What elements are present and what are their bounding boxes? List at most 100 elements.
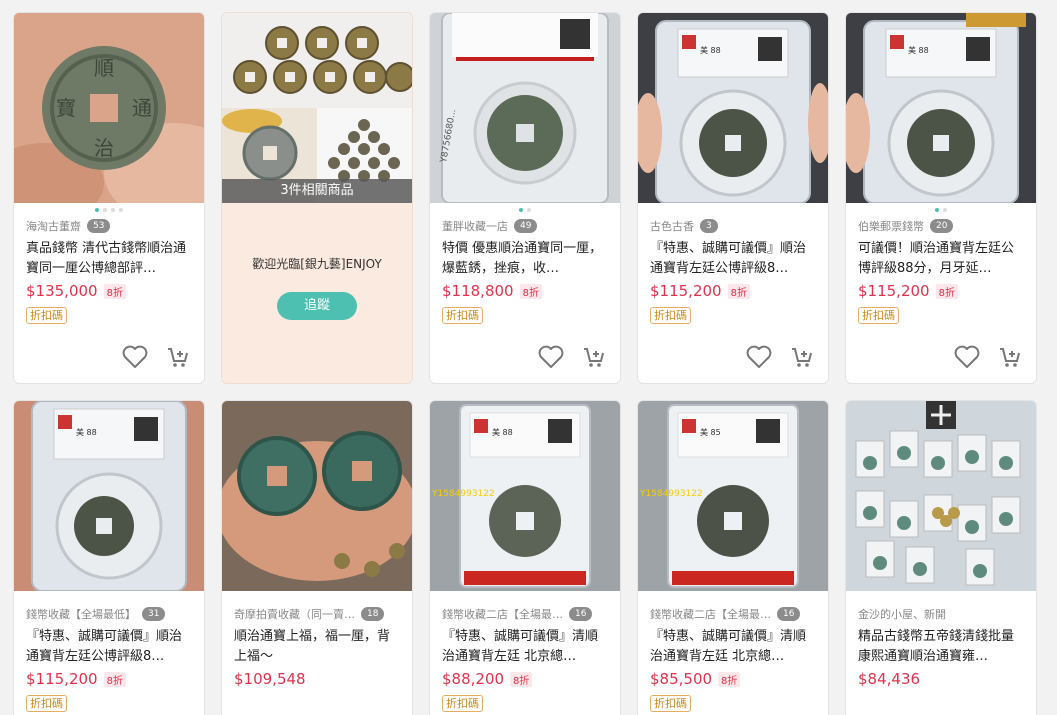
- seller-count-badge: 49: [514, 219, 538, 233]
- product-price: $115,200: [650, 282, 722, 300]
- seller-count-badge: 18: [361, 607, 385, 621]
- seller-name[interactable]: 海淘古董齋 53: [26, 217, 192, 235]
- svg-text:Y1584993122: Y1584993122: [431, 489, 495, 499]
- seller-name[interactable]: 錢幣收藏【全場最低】 31: [26, 605, 192, 623]
- coupon-tag[interactable]: 折扣碼: [650, 307, 691, 324]
- add-to-cart-icon[interactable]: [582, 345, 606, 369]
- product-title[interactable]: 真品錢幣 清代古錢幣順治通寶同一厘公博總部評…: [26, 239, 192, 279]
- seller-count-badge: 20: [930, 219, 954, 233]
- discount-badge: 8折: [727, 284, 750, 299]
- product-price: $85,500: [650, 670, 713, 688]
- product-title[interactable]: 特價 優惠順治通寶同一厘，爆藍銹，挫痕，收…: [442, 239, 608, 279]
- product-card[interactable]: 金沙的小屋、新開 精品古錢幣五帝錢清錢批量康熙通寶順治通寶雍… $84,436: [845, 400, 1037, 715]
- seller-count-badge: 31: [142, 607, 166, 621]
- svg-text:治: 治: [94, 136, 114, 160]
- image-carousel-dots: [222, 591, 412, 605]
- product-image[interactable]: Y8756680...: [430, 13, 620, 203]
- product-price: $118,800: [442, 282, 514, 300]
- image-carousel-dots: [638, 591, 828, 605]
- seller-name[interactable]: 錢幣收藏二店【全場最… 16: [650, 605, 816, 623]
- product-title[interactable]: 順治通寶上福，福一厘，背上福～: [234, 627, 400, 667]
- product-title[interactable]: 可議價！順治通寶背左廷公博評級88分，月牙延…: [858, 239, 1024, 279]
- product-card[interactable]: 美 88 Y1584993122 錢幣收藏二店【全場最… 16 『特惠、誠購可議價…: [429, 400, 621, 715]
- product-price: $135,000: [26, 282, 98, 300]
- product-price: $84,436: [858, 670, 921, 688]
- add-to-cart-icon[interactable]: [166, 345, 190, 369]
- product-card[interactable]: 美 88 錢幣收藏【全場最低】 31 『特惠、誠購可議價』順治通寶背左廷公博評級8…: [13, 400, 205, 715]
- related-products-image[interactable]: 3件相關商品: [222, 13, 412, 203]
- discount-badge: 8折: [935, 284, 958, 299]
- discount-badge: 8折: [519, 284, 542, 299]
- product-image[interactable]: 美 88: [638, 13, 828, 203]
- favorite-heart-icon[interactable]: [954, 345, 980, 369]
- favorite-heart-icon[interactable]: [538, 345, 564, 369]
- image-carousel-dots: [430, 591, 620, 605]
- svg-text:Y1584993122: Y1584993122: [639, 489, 703, 499]
- product-price: $88,200: [442, 670, 505, 688]
- store-welcome-text: 歡迎光臨[銀九藝]ENJOY: [252, 257, 382, 271]
- image-carousel-dots: [14, 591, 204, 605]
- product-image[interactable]: 美 88: [14, 401, 204, 591]
- discount-badge: 8折: [510, 672, 533, 687]
- seller-name[interactable]: 古色古香 3: [650, 217, 816, 235]
- svg-text:寶: 寶: [56, 96, 76, 120]
- seller-name[interactable]: 錢幣收藏二店【全場最… 16: [442, 605, 608, 623]
- seller-count-badge: 3: [700, 219, 718, 233]
- product-image[interactable]: 順 治 寶 通: [14, 13, 204, 203]
- product-card[interactable]: Y8756680... 董胖收藏一店 49 特價 優惠順治通寶同一厘，爆藍銹，挫痕…: [429, 12, 621, 384]
- add-to-cart-icon[interactable]: [790, 345, 814, 369]
- coupon-tag[interactable]: 折扣碼: [442, 695, 483, 712]
- seller-name[interactable]: 董胖收藏一店 49: [442, 217, 608, 235]
- add-to-cart-icon[interactable]: [998, 345, 1022, 369]
- product-image[interactable]: 美 85 Y1584993122: [638, 401, 828, 591]
- slab-grade-text: 美 88: [76, 427, 97, 437]
- image-carousel-dots: [638, 203, 828, 217]
- slab-grade-text: 美 88: [492, 427, 513, 437]
- coupon-tag[interactable]: 折扣碼: [442, 307, 483, 324]
- svg-text:順: 順: [94, 56, 114, 80]
- product-title[interactable]: 『特惠、誠購可議價』順治通寶背左廷公博評級8…: [650, 239, 816, 279]
- product-price: $115,200: [26, 670, 98, 688]
- product-title[interactable]: 精品古錢幣五帝錢清錢批量康熙通寶順治通寶雍…: [858, 627, 1024, 667]
- product-card[interactable]: 順 治 寶 通 海淘古董齋 53 真品錢幣 清代古錢幣順治通寶同一厘公博總部評… …: [13, 12, 205, 384]
- image-carousel-dots: [14, 203, 204, 217]
- svg-text:通: 通: [132, 96, 152, 120]
- coupon-tag[interactable]: 折扣碼: [858, 307, 899, 324]
- favorite-heart-icon[interactable]: [122, 345, 148, 369]
- store-promo-card[interactable]: 3件相關商品 歡迎光臨[銀九藝]ENJOY 追蹤: [221, 12, 413, 384]
- product-title[interactable]: 『特惠、誠購可議價』清順治通寶背左廷 北京總…: [650, 627, 816, 667]
- follow-store-button[interactable]: 追蹤: [277, 292, 357, 320]
- product-card[interactable]: 美 85 Y1584993122 錢幣收藏二店【全場最… 16 『特惠、誠購可議價…: [637, 400, 829, 715]
- discount-badge: 8折: [103, 284, 126, 299]
- product-image[interactable]: [222, 401, 412, 591]
- slab-grade-text: 美 88: [700, 45, 721, 55]
- product-card[interactable]: 美 88 古色古香 3 『特惠、誠購可議價』順治通寶背左廷公博評級8… $115,…: [637, 12, 829, 384]
- favorite-heart-icon[interactable]: [746, 345, 772, 369]
- product-card[interactable]: 美 88 伯樂郵票錢幣 20 可議價！順治通寶背左廷公博評級88分，月牙延… $1…: [845, 12, 1037, 384]
- seller-count-badge: 53: [87, 219, 111, 233]
- product-title[interactable]: 『特惠、誠購可議價』順治通寶背左廷公博評級8…: [26, 627, 192, 667]
- seller-count-badge: 16: [569, 607, 593, 621]
- related-products-count: 3件相關商品: [222, 179, 412, 203]
- product-image[interactable]: 美 88 Y1584993122: [430, 401, 620, 591]
- coupon-tag[interactable]: 折扣碼: [26, 307, 67, 324]
- coupon-tag[interactable]: 折扣碼: [650, 695, 691, 712]
- product-price: $115,200: [858, 282, 930, 300]
- image-carousel-dots: [430, 203, 620, 217]
- product-card[interactable]: 奇摩拍賣收藏（同一賣… 18 順治通寶上福，福一厘，背上福～ $109,548: [221, 400, 413, 715]
- product-title[interactable]: 『特惠、誠購可議價』清順治通寶背左廷 北京總…: [442, 627, 608, 667]
- discount-badge: 8折: [103, 672, 126, 687]
- image-carousel-dots: [846, 203, 1036, 217]
- slab-grade-text: 美 85: [700, 427, 721, 437]
- image-carousel-dots: [846, 591, 1036, 605]
- discount-badge: 8折: [718, 672, 741, 687]
- seller-name[interactable]: 奇摩拍賣收藏（同一賣… 18: [234, 605, 400, 623]
- product-image[interactable]: [846, 401, 1036, 591]
- coupon-tag[interactable]: 折扣碼: [26, 695, 67, 712]
- product-price: $109,548: [234, 670, 306, 688]
- seller-name[interactable]: 金沙的小屋、新開: [858, 605, 1024, 623]
- slab-grade-text: 美 88: [908, 45, 929, 55]
- product-image[interactable]: 美 88: [846, 13, 1036, 203]
- seller-name[interactable]: 伯樂郵票錢幣 20: [858, 217, 1024, 235]
- seller-count-badge: 16: [777, 607, 801, 621]
